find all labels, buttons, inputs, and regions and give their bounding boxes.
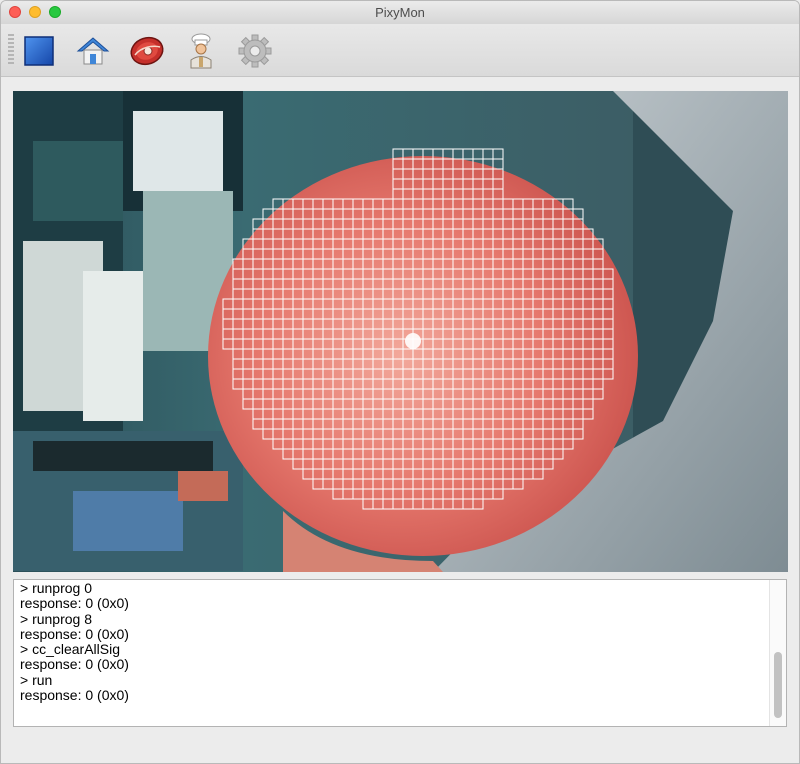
console-scrollbar[interactable] xyxy=(769,580,786,726)
gear-icon xyxy=(238,34,272,68)
console-lines: > runprog 0 response: 0 (0x0) > runprog … xyxy=(20,580,129,704)
steak-icon xyxy=(130,36,164,66)
console-line: > runprog 0 xyxy=(20,580,92,596)
raw-video-button[interactable] xyxy=(128,32,166,70)
stop-button[interactable] xyxy=(20,32,58,70)
camera-frame-image xyxy=(13,91,788,572)
chef-icon xyxy=(190,33,212,69)
console-line: response: 0 (0x0) xyxy=(20,687,129,704)
console-line: response: 0 (0x0) xyxy=(20,595,129,612)
toolbar-grip[interactable] xyxy=(8,34,14,66)
pixymon-window: PixyMon > runprog 0 response: 0 (0x0) > … xyxy=(0,0,800,764)
window-title: PixyMon xyxy=(375,5,425,20)
console-line: response: 0 (0x0) xyxy=(20,656,129,673)
house-icon xyxy=(76,37,110,65)
title-bar: PixyMon xyxy=(1,1,799,24)
console-line: > cc_clearAllSig xyxy=(20,641,120,658)
home-button[interactable] xyxy=(74,32,112,70)
blue-square-icon xyxy=(24,36,54,66)
cooked-video-button[interactable] xyxy=(182,32,220,70)
console-output[interactable]: > runprog 0 response: 0 (0x0) > runprog … xyxy=(13,579,787,727)
console-line: > runprog 8 xyxy=(20,610,92,627)
console-scrollbar-thumb[interactable] xyxy=(774,652,782,718)
console-line: response: 0 (0x0) xyxy=(20,625,129,642)
console-line: > run xyxy=(20,671,53,688)
toolbar xyxy=(1,24,799,77)
configure-button[interactable] xyxy=(236,32,274,70)
video-view[interactable] xyxy=(13,91,788,572)
